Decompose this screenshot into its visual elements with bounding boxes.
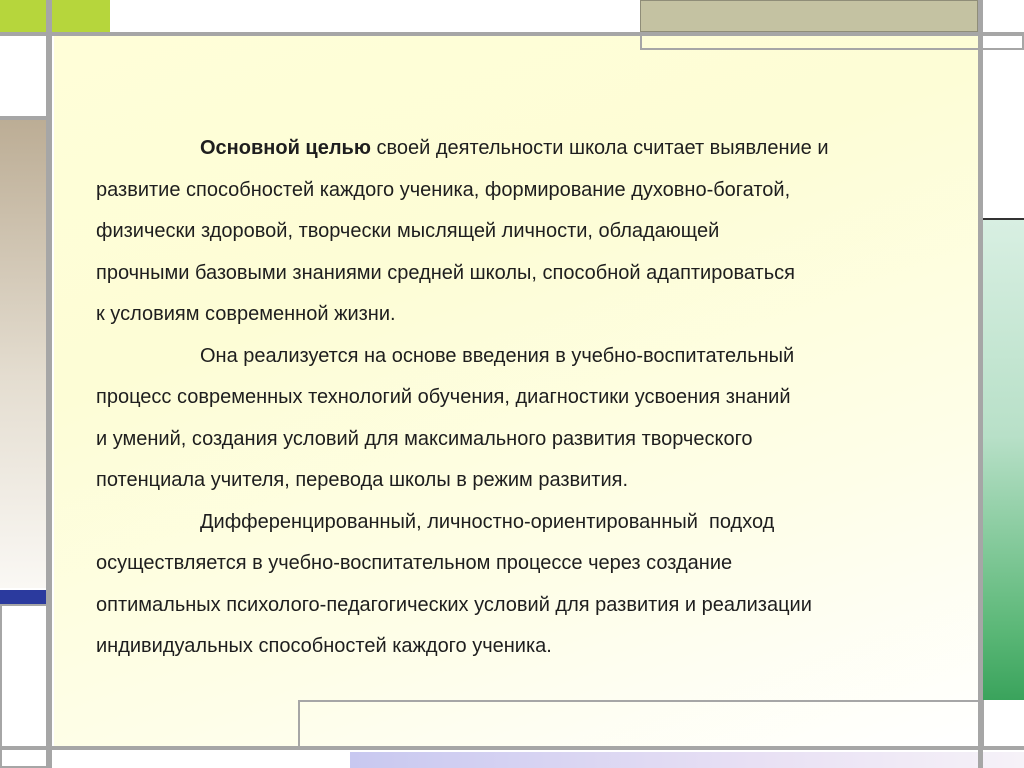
blue-accent-strip: [0, 590, 46, 604]
frame-line-upper-left: [0, 116, 52, 120]
paragraph-1: Основной целью своей деятельности школа …: [96, 128, 976, 336]
brown-side-block: [0, 120, 46, 588]
green-corner-block: [0, 0, 110, 32]
body-text: Основной целью своей деятельности школа …: [96, 128, 976, 668]
paragraph-1-line-2: развитие способностей каждого ученика, ф…: [96, 178, 791, 201]
paragraph-2-line-2: процесс современных технологий обучения,…: [96, 386, 791, 408]
frame-line-right-divider: [983, 218, 1024, 220]
paragraph-1-line-5: к условиям современной жизни.: [96, 303, 396, 325]
paragraph-2: Она реализуется на основе введения в уче…: [96, 336, 976, 502]
paragraph-3-line-2: осуществляется в учебно-воспитательном п…: [96, 552, 733, 574]
tan-top-block: [640, 0, 978, 32]
mint-side-block: [982, 220, 1024, 700]
frame-line-right: [978, 0, 983, 768]
paragraph-2-line-1: Она реализуется на основе введения в уче…: [200, 344, 795, 367]
paragraph-3-line-1: Дифференцированный, личностно-ориентиров…: [200, 510, 775, 533]
lavender-bottom-strip: [350, 752, 1024, 768]
outline-box-bottom: [298, 700, 984, 750]
paragraph-3-line-4: индивидуальных способностей каждого учен…: [96, 635, 552, 657]
paragraph-1-lead: Основной целью: [200, 137, 371, 159]
paragraph-3: Дифференцированный, личностно-ориентиров…: [96, 502, 976, 668]
outline-box-bottom-left: [0, 604, 48, 768]
paragraph-1-line-4: прочными базовыми знаниями средней школы…: [96, 261, 795, 284]
paragraph-2-line-3: и умений, создания условий для максималь…: [96, 427, 753, 450]
paragraph-1-line-3: физически здоровой, творчески мыслящей л…: [96, 220, 720, 242]
outline-box-top-right: [640, 32, 1024, 50]
paragraph-1-line-1: своей деятельности школа считает выявлен…: [370, 137, 829, 159]
paragraph-2-line-4: потенциала учителя, перевода школы в реж…: [96, 469, 629, 491]
paragraph-3-line-3: оптимальных психолого-педагогических усл…: [96, 593, 812, 616]
